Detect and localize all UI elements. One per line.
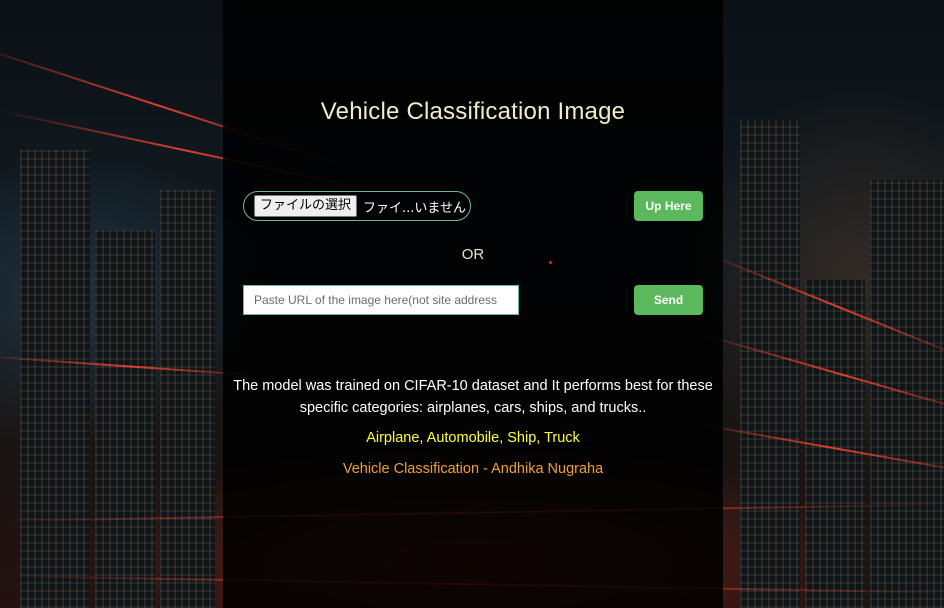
building-right-1 [740,120,800,608]
building-left-1 [20,150,90,608]
building-left-2 [95,230,155,608]
image-url-input[interactable] [243,285,519,315]
credit-text: Vehicle Classification - Andhika Nugraha [342,461,604,477]
file-status-text: ファイ...いません [363,200,467,216]
category-list: Airplane, Automobile, Ship, Truck [366,430,580,446]
choose-file-button[interactable]: ファイルの選択 [254,195,358,217]
page-title: Vehicle Classification Image [320,98,626,125]
cursor-dot-icon [549,261,552,264]
upload-button[interactable]: Up Here [634,191,703,221]
model-description: The model was trained on CIFAR-10 datase… [233,378,713,416]
file-upload-field[interactable]: ファイルの選択 ファイ...いません [243,191,471,221]
building-left-3 [160,190,215,608]
or-divider: OR [461,246,485,263]
send-button[interactable]: Send [634,285,703,315]
